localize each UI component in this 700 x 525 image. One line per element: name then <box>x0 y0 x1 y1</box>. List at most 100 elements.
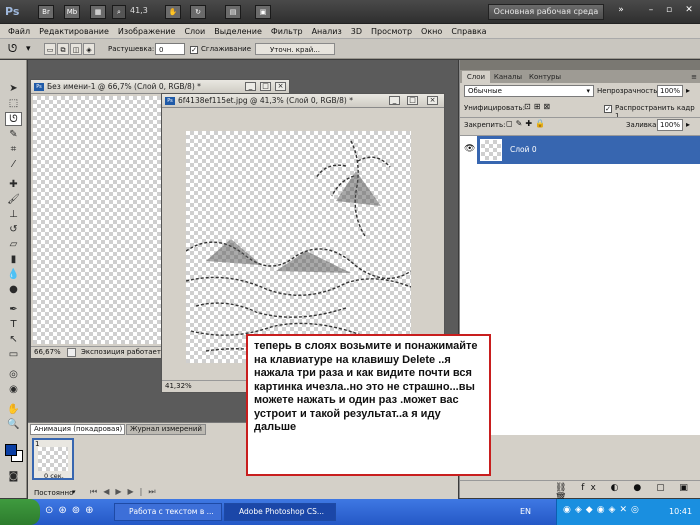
healing-brush-tool-icon[interactable]: ✚ <box>5 178 22 192</box>
layer-row[interactable]: Слой 0 <box>477 136 700 164</box>
bridge-button[interactable]: Br <box>38 5 54 19</box>
double-arrow-icon[interactable]: » <box>614 5 628 17</box>
opacity-input[interactable]: 100% <box>657 85 683 97</box>
lasso-preset-icon[interactable]: ᘎ <box>8 43 17 55</box>
menu-image[interactable]: Изображение <box>118 27 176 36</box>
checkbox-icon[interactable]: ✓ <box>604 105 612 113</box>
marquee-tool-icon[interactable]: ⬚ <box>5 97 22 111</box>
tab-measurement-log[interactable]: Журнал измерений <box>126 424 206 435</box>
doc2-minimize-icon[interactable]: _ <box>389 96 400 105</box>
menu-layers[interactable]: Слои <box>184 27 205 36</box>
minimize-icon[interactable]: – <box>644 5 658 17</box>
screen-mode-icon[interactable]: ▣ <box>255 5 271 19</box>
start-button[interactable] <box>0 499 40 525</box>
menu-3d[interactable]: 3D <box>351 27 362 36</box>
restore-icon[interactable]: ▫ <box>662 5 676 17</box>
menu-select[interactable]: Выделение <box>214 27 262 36</box>
eyedropper-tool-icon[interactable]: ⁄ <box>5 158 22 172</box>
lasso-tool-icon[interactable]: ᘎ <box>5 112 22 126</box>
zoom-level[interactable]: 41,3 <box>130 6 148 15</box>
history-brush-tool-icon[interactable]: ↺ <box>5 223 22 237</box>
menu-help[interactable]: Справка <box>451 27 486 36</box>
preset-dropdown-icon[interactable]: ▾ <box>26 43 31 55</box>
doc1-canvas[interactable] <box>33 96 161 344</box>
refine-edge-button[interactable]: Уточн. край... <box>255 43 335 55</box>
unify-icons[interactable]: ⊡⊞⊠ <box>524 102 553 111</box>
path-select-tool-icon[interactable]: ↖ <box>5 333 22 347</box>
doc1-zoom[interactable]: 66,67% <box>34 347 61 358</box>
tab-layers[interactable]: Слои <box>462 71 490 83</box>
menu-analysis[interactable]: Анализ <box>312 27 342 36</box>
checkbox-icon[interactable]: ✓ <box>190 46 198 54</box>
tab-paths[interactable]: Контуры <box>526 71 564 83</box>
hand-tool-icon[interactable]: ✋ <box>5 403 22 417</box>
zoom-tool-icon[interactable]: 🔍 <box>5 418 22 432</box>
doc2-titlebar[interactable]: Ps 6f4138ef115et.jpg @ 41,3% (Слой 0, RG… <box>162 94 444 108</box>
antialias-checkbox[interactable]: ✓ <box>190 43 198 55</box>
stamp-tool-icon[interactable]: ⊥ <box>5 208 22 222</box>
visibility-eye-icon[interactable]: 👁 <box>464 144 475 154</box>
eraser-tool-icon[interactable]: ▱ <box>5 238 22 252</box>
playback-controls[interactable]: ⏮◀▶▶|⏭ <box>90 487 162 497</box>
crop-tool-icon[interactable]: ⌗ <box>5 143 22 157</box>
doc1-close-icon[interactable]: × <box>275 82 286 91</box>
blend-mode-select[interactable]: Обычные ▾ <box>464 85 594 97</box>
3d-rotate-tool-icon[interactable]: ◎ <box>5 368 22 382</box>
quick-launch-icons[interactable]: ⊙⊛⊚⊕ <box>45 505 99 516</box>
rotate-view-icon[interactable]: ↻ <box>190 5 206 19</box>
workspace-switcher[interactable]: Основная рабочая среда <box>488 4 604 20</box>
gradient-tool-icon[interactable]: ▮ <box>5 253 22 267</box>
quick-select-tool-icon[interactable]: ✎ <box>5 128 22 142</box>
zoom-icon[interactable]: ⌕ <box>112 5 126 19</box>
type-tool-icon[interactable]: T <box>5 318 22 332</box>
loop-dropdown-icon[interactable]: ▾ <box>72 488 76 496</box>
loop-select[interactable]: Постоянно <box>34 489 73 497</box>
panel-menu-icon[interactable]: ≡ <box>688 71 700 83</box>
lock-icons[interactable]: ◻✎✚🔒 <box>506 119 548 128</box>
taskbar-browser[interactable]: Работа с текстом в ... <box>114 503 222 521</box>
shape-tool-icon[interactable]: ▭ <box>5 348 22 362</box>
add-selection-icon[interactable]: ⧉ <box>57 43 69 55</box>
move-tool-icon[interactable]: ➤ <box>5 82 22 96</box>
doc2-zoom[interactable]: 41,32% <box>165 381 192 392</box>
brush-tool-icon[interactable]: 🖌 <box>5 193 22 207</box>
fill-dropdown-icon[interactable]: ▸ <box>686 120 690 129</box>
frame-delay[interactable]: 0 сек. <box>44 472 64 480</box>
feather-input[interactable]: 0 пикс <box>155 43 185 66</box>
opacity-dropdown-icon[interactable]: ▸ <box>686 86 690 95</box>
language-indicator[interactable]: EN <box>520 507 531 516</box>
menu-view[interactable]: Просмотр <box>371 27 412 36</box>
doc2-maximize-icon[interactable]: □ <box>407 96 418 105</box>
menu-filter[interactable]: Фильтр <box>271 27 303 36</box>
tab-animation[interactable]: Анимация (покадровая) <box>30 424 125 435</box>
menu-file[interactable]: Файл <box>8 27 30 36</box>
new-selection-icon[interactable]: ▭ <box>44 43 56 55</box>
menu-edit[interactable]: Редактирование <box>39 27 109 36</box>
layer-name[interactable]: Слой 0 <box>510 145 537 154</box>
intersect-selection-icon[interactable]: ◈ <box>83 43 95 55</box>
doc2-canvas[interactable] <box>186 131 411 363</box>
3d-camera-tool-icon[interactable]: ◉ <box>5 383 22 397</box>
animation-frame[interactable]: 1 0 сек. <box>32 438 74 480</box>
foreground-color-swatch[interactable] <box>5 444 17 456</box>
doc1-maximize-icon[interactable]: □ <box>260 82 271 91</box>
quick-mask-icon[interactable]: ◙ <box>5 470 22 484</box>
pen-tool-icon[interactable]: ✒ <box>5 303 22 317</box>
propagate-checkbox[interactable]: ✓ <box>604 103 612 113</box>
doc1-status-icon[interactable] <box>67 348 76 357</box>
mini-bridge-button[interactable]: Mb <box>64 5 80 19</box>
arrange-documents-icon[interactable]: ▤ <box>225 5 241 19</box>
menu-window[interactable]: Окно <box>421 27 442 36</box>
hand-tool-icon[interactable]: ✋ <box>165 5 181 19</box>
tray-icons[interactable]: ◉◈◆◉◈✕◎ <box>563 505 643 515</box>
doc2-close-icon[interactable]: × <box>427 96 438 105</box>
taskbar-photoshop[interactable]: Adobe Photoshop CS... <box>224 503 336 521</box>
view-extras-button[interactable]: ▦ <box>90 5 106 19</box>
fill-input[interactable]: 100% <box>657 119 683 131</box>
close-icon[interactable]: ✕ <box>682 5 696 17</box>
tab-channels[interactable]: Каналы <box>491 71 525 83</box>
doc1-minimize-icon[interactable]: _ <box>245 82 256 91</box>
dodge-tool-icon[interactable]: ● <box>5 283 22 297</box>
blur-tool-icon[interactable]: 💧 <box>5 268 22 282</box>
subtract-selection-icon[interactable]: ◫ <box>70 43 82 55</box>
